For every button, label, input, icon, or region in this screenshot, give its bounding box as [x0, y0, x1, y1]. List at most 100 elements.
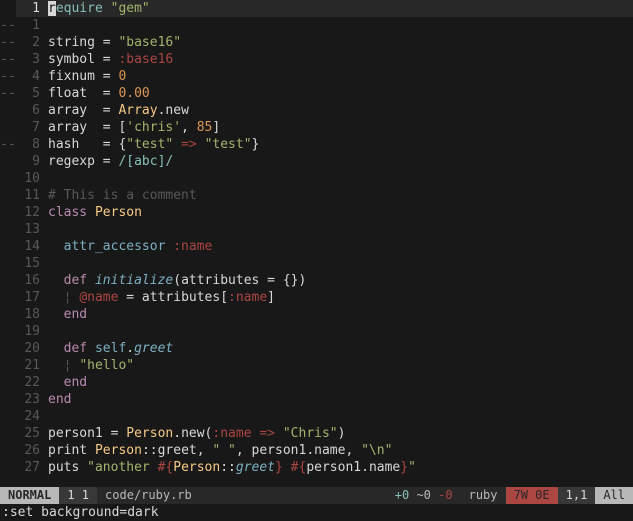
code-content[interactable]: print Person::greet, " ", person1.name, …	[42, 442, 392, 459]
code-line[interactable]: 14 attr_accessor :name	[0, 238, 633, 255]
line-number: 16	[16, 272, 42, 289]
line-number: 13	[16, 221, 42, 238]
sign-column: --	[0, 51, 16, 68]
token: :name	[212, 426, 251, 441]
code-content[interactable]: require "gem"	[42, 0, 633, 17]
code-content[interactable]: array = ['chris', 85]	[42, 119, 220, 136]
code-line[interactable]: --1	[0, 17, 633, 34]
code-line[interactable]: 25person1 = Person.new(:name => "Chris")	[0, 425, 633, 442]
code-line[interactable]: 26print Person::greet, " ", person1.name…	[0, 442, 633, 459]
code-area[interactable]: 1require "gem"--1--2string = "base16"--3…	[0, 0, 633, 487]
token: "Chris"	[283, 426, 338, 441]
code-content[interactable]: attr_accessor :name	[42, 238, 212, 255]
code-content[interactable]: fixnum = 0	[42, 68, 126, 85]
line-number: 15	[16, 255, 42, 272]
code-line[interactable]: --3symbol = :base16	[0, 51, 633, 68]
token: Person	[95, 443, 142, 458]
code-line[interactable]: 24	[0, 408, 633, 425]
line-number: 23	[16, 391, 42, 408]
code-content[interactable]: hash = {"test" => "test"}	[42, 136, 259, 153]
code-line[interactable]: 27puts "another #{Person::greet} #{perso…	[0, 459, 633, 476]
code-line[interactable]: --5float = 0.00	[0, 85, 633, 102]
code-content[interactable]	[42, 408, 48, 425]
code-content[interactable]: end	[42, 391, 71, 408]
token: Person	[173, 460, 220, 475]
code-content[interactable]: puts "another #{Person::greet} #{person1…	[42, 459, 416, 476]
code-line[interactable]: --4fixnum = 0	[0, 68, 633, 85]
code-content[interactable]	[42, 17, 48, 34]
code-content[interactable]	[42, 170, 48, 187]
token	[103, 1, 111, 16]
token: = attributes[	[118, 290, 228, 305]
token: 85	[197, 120, 213, 135]
token: puts	[48, 460, 87, 475]
code-line[interactable]: 10	[0, 170, 633, 187]
token: initialize	[95, 273, 173, 288]
token: string =	[48, 35, 118, 50]
sign-column	[0, 102, 16, 119]
code-content[interactable]: regexp = /[abc]/	[42, 153, 173, 170]
code-content[interactable]: end	[42, 306, 87, 323]
sign-column	[0, 221, 16, 238]
code-content[interactable]	[42, 221, 48, 238]
token: " "	[212, 443, 235, 458]
sign-column	[0, 391, 16, 408]
git-hunks: +0 ~0 -0	[387, 487, 461, 504]
token: 0.00	[118, 86, 149, 101]
token	[283, 460, 291, 475]
code-content[interactable]: class Person	[42, 204, 142, 221]
code-line[interactable]: 1require "gem"	[0, 0, 633, 17]
code-content[interactable]: ¦ @name = attributes[:name]	[42, 289, 275, 306]
status-spacer	[200, 487, 387, 504]
code-line[interactable]: 18 end	[0, 306, 633, 323]
sign-column	[0, 204, 16, 221]
code-line[interactable]: 20 def self.greet	[0, 340, 633, 357]
code-content[interactable]: def self.greet	[42, 340, 173, 357]
sign-column: --	[0, 85, 16, 102]
code-line[interactable]: 11# This is a comment	[0, 187, 633, 204]
line-number: 25	[16, 425, 42, 442]
code-content[interactable]: array = Array.new	[42, 102, 189, 119]
code-content[interactable]: ¦ "hello"	[42, 357, 134, 374]
token: }	[275, 460, 283, 475]
token: "gem"	[111, 1, 150, 16]
code-line[interactable]: 15	[0, 255, 633, 272]
line-number: 5	[16, 85, 42, 102]
token: :base16	[118, 52, 173, 67]
code-line[interactable]: 23end	[0, 391, 633, 408]
code-line[interactable]: 19	[0, 323, 633, 340]
sign-column	[0, 425, 16, 442]
code-line[interactable]: 9regexp = /[abc]/	[0, 153, 633, 170]
code-line[interactable]: --2string = "base16"	[0, 34, 633, 51]
line-number: 12	[16, 204, 42, 221]
code-line[interactable]: 6array = Array.new	[0, 102, 633, 119]
code-content[interactable]: def initialize(attributes = {})	[42, 272, 306, 289]
code-content[interactable]: person1 = Person.new(:name => "Chris")	[42, 425, 345, 442]
token	[87, 205, 95, 220]
code-line[interactable]: 17 ¦ @name = attributes[:name]	[0, 289, 633, 306]
code-line[interactable]: 16 def initialize(attributes = {})	[0, 272, 633, 289]
code-line[interactable]: 22 end	[0, 374, 633, 391]
line-number: 3	[16, 51, 42, 68]
sign-column	[0, 357, 16, 374]
code-line[interactable]: 21 ¦ "hello"	[0, 357, 633, 374]
line-number: 6	[16, 102, 42, 119]
code-line[interactable]: 12class Person	[0, 204, 633, 221]
line-number: 27	[16, 459, 42, 476]
code-line[interactable]: --8hash = {"test" => "test"}	[0, 136, 633, 153]
code-content[interactable]: # This is a comment	[42, 187, 197, 204]
editor-root: 1require "gem"--1--2string = "base16"--3…	[0, 0, 633, 521]
code-content[interactable]: float = 0.00	[42, 85, 150, 102]
command-line[interactable]: :set background=dark	[0, 504, 633, 521]
sign-column: --	[0, 34, 16, 51]
code-content[interactable]: end	[42, 374, 87, 391]
sign-column	[0, 255, 16, 272]
code-content[interactable]: symbol = :base16	[42, 51, 173, 68]
code-content[interactable]: string = "base16"	[42, 34, 181, 51]
code-content[interactable]	[42, 255, 48, 272]
code-line[interactable]: 7array = ['chris', 85]	[0, 119, 633, 136]
code-content[interactable]	[42, 323, 48, 340]
token: Person	[126, 426, 173, 441]
code-line[interactable]: 13	[0, 221, 633, 238]
lint-warnings: 7W 0E	[506, 487, 558, 504]
